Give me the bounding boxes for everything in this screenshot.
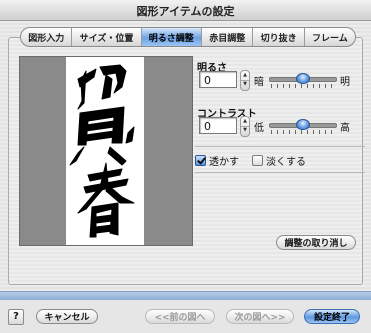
slider-ticks [271,130,333,134]
transparent-checkbox[interactable] [195,155,206,166]
preview-image [66,57,144,245]
stepper-down-icon[interactable]: ▼ [241,126,249,135]
contrast-slider[interactable] [269,119,337,136]
brightness-stepper[interactable]: ▲ ▼ [240,70,250,91]
separator [195,146,365,147]
contrast-high-label: 高 [340,123,350,134]
tab-brightness[interactable]: 明るさ調整 [141,28,202,46]
contrast-low-label: 低 [254,123,264,134]
image-preview [19,56,193,246]
slider-ticks [271,84,333,88]
finish-button[interactable]: 設定終了 [304,309,360,324]
lighten-checkbox[interactable] [252,155,263,166]
contrast-input[interactable]: 0 [199,117,237,134]
window-title: 図形アイテムの設定 [136,5,235,18]
previous-button[interactable]: <<前の図へ [145,309,215,324]
help-button[interactable]: ? [8,309,24,325]
brightness-input[interactable]: 0 [199,71,237,88]
title-bar: 図形アイテムの設定 [0,0,371,21]
calligraphy-image [69,64,135,238]
tab-frame[interactable]: フレーム [305,28,355,46]
brightness-panel: 明るさ 0 ▲ ▼ 暗 明 コントラスト 0 ▲ ▼ 低 高 透かす 淡くする … [8,37,365,285]
brightness-low-label: 暗 [254,77,264,88]
reset-adjustment-button[interactable]: 調整の取り消し [276,235,356,250]
button-bar: ? キャンセル <<前の図へ 次の図へ>> 設定終了 [0,300,371,333]
cancel-button[interactable]: キャンセル [36,309,98,324]
next-button[interactable]: 次の図へ>> [226,309,294,324]
slider-thumb[interactable] [296,73,310,84]
lighten-label: 淡くする [266,157,306,168]
transparent-label: 透かす [209,157,239,168]
separator [195,172,365,173]
tab-red-eye[interactable]: 赤目調整 [202,28,254,46]
transparent-option[interactable]: 透かす [195,153,239,168]
lighten-option[interactable]: 淡くする [252,153,306,168]
dialog-body: 図形入力 サイズ・位置 明るさ調整 赤目調整 切り抜き フレーム 明るさ 0 ▲… [0,21,371,291]
tab-shape-input[interactable]: 図形入力 [21,28,73,46]
tab-size-position[interactable]: サイズ・位置 [72,28,142,46]
tab-crop[interactable]: 切り抜き [253,28,305,46]
tab-bar: 図形入力 サイズ・位置 明るさ調整 赤目調整 切り抜き フレーム [20,27,356,47]
slider-thumb[interactable] [296,119,310,130]
brightness-high-label: 明 [340,77,350,88]
stepper-down-icon[interactable]: ▼ [241,80,249,89]
contrast-stepper[interactable]: ▲ ▼ [240,116,250,137]
brightness-slider[interactable] [269,73,337,90]
